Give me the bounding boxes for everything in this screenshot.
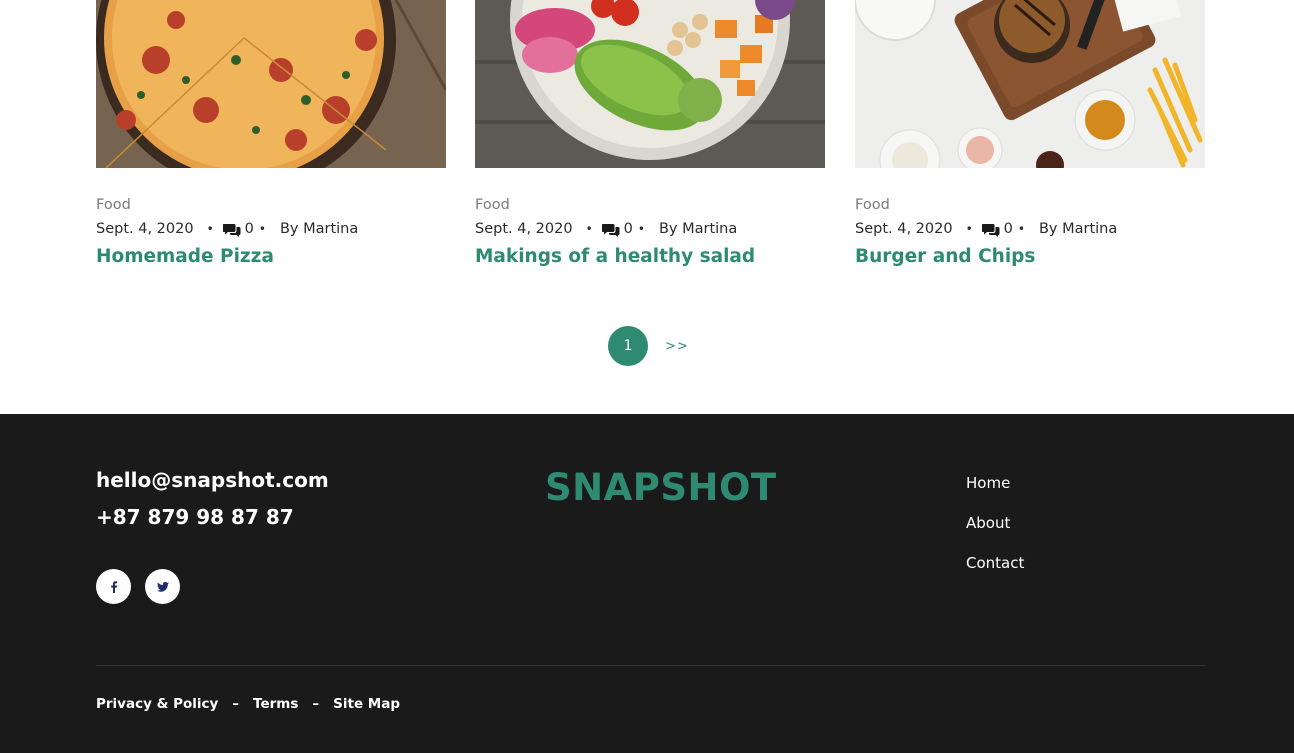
post-date: Sept. 4, 2020 [475, 221, 573, 237]
post-author[interactable]: By Martina [280, 221, 358, 237]
post-thumbnail-pizza[interactable] [96, 0, 446, 168]
meta-separator: • [258, 222, 266, 236]
pagination-next-link[interactable]: >> [665, 339, 689, 354]
footer-brand-logo[interactable]: SNAPSHOT [545, 466, 777, 509]
post-grid: Food Sept. 4, 2020 • 0 • By Martina Home… [0, 0, 1294, 414]
footer-nav-about[interactable]: About [966, 514, 1010, 532]
footer-nav-contact[interactable]: Contact [966, 554, 1024, 572]
footer-phone-link[interactable]: +87 879 98 87 87 [96, 505, 294, 529]
post-author[interactable]: By Martina [659, 221, 737, 237]
post-author[interactable]: By Martina [1039, 221, 1117, 237]
post-category[interactable]: Food [96, 197, 131, 213]
footer-nav-home[interactable]: Home [966, 474, 1010, 492]
post-category[interactable]: Food [475, 197, 510, 213]
meta-separator: • [637, 222, 645, 236]
meta-separator: • [965, 222, 973, 236]
meta-separator: • [585, 222, 593, 236]
meta-separator: • [1017, 222, 1025, 236]
comment-count[interactable]: 0 [624, 221, 633, 237]
facebook-button[interactable] [96, 569, 131, 604]
comments-icon [222, 223, 241, 237]
pagination: 1 >> [608, 326, 689, 366]
post-thumbnail-burger[interactable] [855, 0, 1205, 168]
post-date: Sept. 4, 2020 [96, 221, 194, 237]
post-title-link[interactable]: Homemade Pizza [96, 246, 274, 267]
twitter-icon [156, 581, 169, 592]
footer-legal-links: Privacy & Policy – Terms – Site Map [96, 696, 400, 712]
site-footer: hello@snapshot.com +87 879 98 87 87 SNAP… [0, 414, 1294, 753]
comment-count[interactable]: 0 [1004, 221, 1013, 237]
post-title-link[interactable]: Burger and Chips [855, 246, 1035, 267]
footer-divider [96, 665, 1206, 666]
post-meta: Sept. 4, 2020 • 0 • By Martina [855, 221, 1117, 237]
comments-icon [981, 223, 1000, 237]
comment-count[interactable]: 0 [245, 221, 254, 237]
legal-separator: – [232, 696, 240, 712]
legal-separator: – [312, 696, 320, 712]
post-category[interactable]: Food [855, 197, 890, 213]
post-thumbnail-salad[interactable] [475, 0, 825, 168]
post-title-link[interactable]: Makings of a healthy salad [475, 246, 755, 267]
terms-link[interactable]: Terms [253, 696, 298, 712]
post-meta: Sept. 4, 2020 • 0 • By Martina [96, 221, 358, 237]
pagination-current-page[interactable]: 1 [608, 326, 648, 366]
privacy-policy-link[interactable]: Privacy & Policy [96, 696, 218, 712]
post-date: Sept. 4, 2020 [855, 221, 953, 237]
footer-email-link[interactable]: hello@snapshot.com [96, 468, 329, 492]
twitter-button[interactable] [145, 569, 180, 604]
post-meta: Sept. 4, 2020 • 0 • By Martina [475, 221, 737, 237]
facebook-icon [110, 580, 117, 593]
meta-separator: • [206, 222, 214, 236]
comments-icon [601, 223, 620, 237]
site-map-link[interactable]: Site Map [333, 696, 400, 712]
